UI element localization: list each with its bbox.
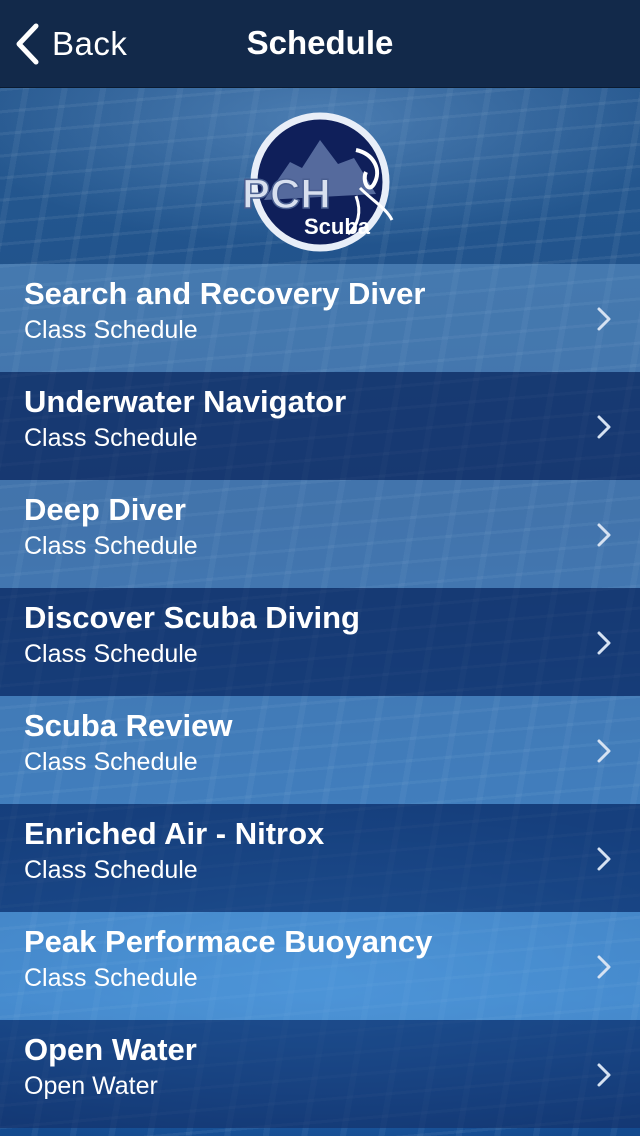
list-item[interactable]: Scuba Review Class Schedule [0, 696, 640, 804]
list-item-title: Enriched Air - Nitrox [24, 816, 325, 851]
chevron-right-icon [597, 739, 611, 763]
list-item[interactable]: Search and Recovery Diver Class Schedule [0, 264, 640, 372]
pch-scuba-logo: PCH Scuba [236, 110, 396, 254]
chevron-right-icon [597, 307, 611, 331]
list-item-title: Search and Recovery Diver [24, 276, 426, 311]
list-item-subtitle: Class Schedule [24, 964, 198, 992]
chevron-right-icon [597, 1063, 611, 1087]
list-item-subtitle: Class Schedule [24, 640, 198, 668]
list-item-subtitle: Class Schedule [24, 748, 198, 776]
list-item[interactable]: Peak Performace Buoyancy Class Schedule [0, 912, 640, 1020]
list-item-title: Open Water [24, 1032, 197, 1067]
list-item[interactable]: Open Water Open Water [0, 1020, 640, 1128]
chevron-right-icon [597, 523, 611, 547]
list-item-subtitle: Class Schedule [24, 316, 198, 344]
list-item[interactable]: Underwater Navigator Class Schedule [0, 372, 640, 480]
chevron-right-icon [597, 955, 611, 979]
logo-sub-text: Scuba [304, 214, 371, 239]
list-item-subtitle: Class Schedule [24, 424, 198, 452]
list-item-subtitle: Open Water [24, 1072, 158, 1100]
list-item[interactable]: Deep Diver Class Schedule [0, 480, 640, 588]
list-item[interactable]: Discover Scuba Diving Class Schedule [0, 588, 640, 696]
list-item-title: Discover Scuba Diving [24, 600, 360, 635]
list-item-title: Peak Performace Buoyancy [24, 924, 433, 959]
list-item[interactable]: Enriched Air - Nitrox Class Schedule [0, 804, 640, 912]
chevron-right-icon [597, 847, 611, 871]
page-title: Schedule [246, 24, 394, 61]
schedule-list: Search and Recovery Diver Class Schedule… [0, 264, 640, 1128]
list-item-subtitle: Class Schedule [24, 532, 198, 560]
list-item-title: Underwater Navigator [24, 384, 347, 419]
navigation-bar: Back Schedule [0, 0, 640, 88]
list-item-title: Scuba Review [24, 708, 233, 743]
logo-main-text: PCH [242, 170, 331, 217]
list-item-subtitle: Class Schedule [24, 856, 198, 884]
chevron-right-icon [597, 631, 611, 655]
chevron-right-icon [597, 415, 611, 439]
list-item-title: Deep Diver [24, 492, 186, 527]
